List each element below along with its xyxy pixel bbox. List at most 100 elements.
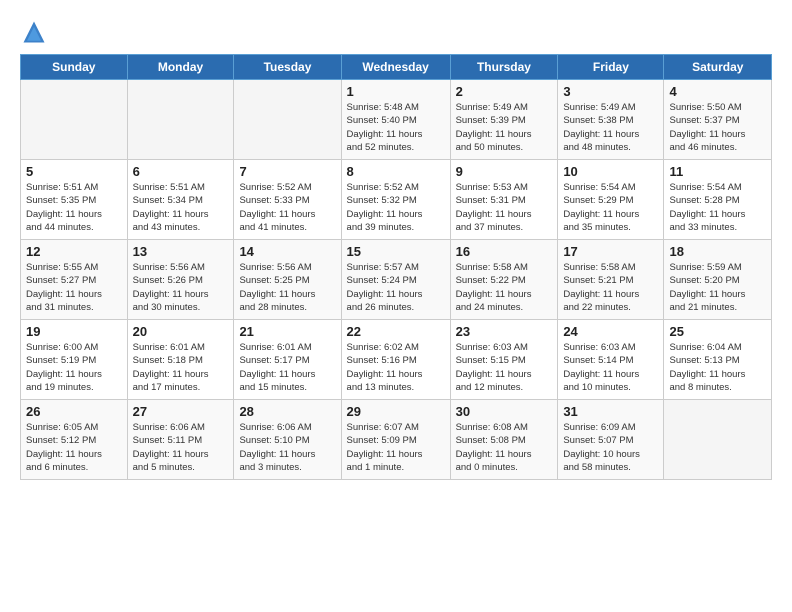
day-number: 3 bbox=[563, 84, 658, 99]
day-number: 13 bbox=[133, 244, 229, 259]
day-info: Sunrise: 5:53 AMSunset: 5:31 PMDaylight:… bbox=[456, 181, 553, 234]
day-info: Sunrise: 6:03 AMSunset: 5:15 PMDaylight:… bbox=[456, 341, 553, 394]
day-info: Sunrise: 6:05 AMSunset: 5:12 PMDaylight:… bbox=[26, 421, 122, 474]
weekday-header-saturday: Saturday bbox=[664, 55, 772, 80]
day-info: Sunrise: 5:55 AMSunset: 5:27 PMDaylight:… bbox=[26, 261, 122, 314]
calendar-cell bbox=[664, 400, 772, 480]
day-number: 4 bbox=[669, 84, 766, 99]
day-info: Sunrise: 6:06 AMSunset: 5:10 PMDaylight:… bbox=[239, 421, 335, 474]
day-number: 29 bbox=[347, 404, 445, 419]
day-number: 2 bbox=[456, 84, 553, 99]
day-number: 25 bbox=[669, 324, 766, 339]
day-number: 17 bbox=[563, 244, 658, 259]
calendar-cell: 27Sunrise: 6:06 AMSunset: 5:11 PMDayligh… bbox=[127, 400, 234, 480]
calendar-cell bbox=[127, 80, 234, 160]
day-info: Sunrise: 6:09 AMSunset: 5:07 PMDaylight:… bbox=[563, 421, 658, 474]
calendar-cell: 16 Sunrise: 5:58 AMSunset: 5:22 PMDayligh… bbox=[450, 240, 558, 320]
weekday-header-row: SundayMondayTuesdayWednesdayThursdayFrid… bbox=[21, 55, 772, 80]
calendar-cell: 24 Sunrise: 6:03 AMSunset: 5:14 PMDayligh… bbox=[558, 320, 664, 400]
weekday-header-wednesday: Wednesday bbox=[341, 55, 450, 80]
calendar-cell: 29 Sunrise: 6:07 AMSunset: 5:09 PMDayligh… bbox=[341, 400, 450, 480]
calendar-cell: 13 Sunrise: 5:56 AMSunset: 5:26 PMDayligh… bbox=[127, 240, 234, 320]
day-number: 20 bbox=[133, 324, 229, 339]
day-number: 8 bbox=[347, 164, 445, 179]
calendar-cell: 11 Sunrise: 5:54 AMSunset: 5:28 PMDayligh… bbox=[664, 160, 772, 240]
day-info: Sunrise: 5:52 AMSunset: 5:32 PMDaylight:… bbox=[347, 181, 445, 234]
day-number: 21 bbox=[239, 324, 335, 339]
day-info: Sunrise: 5:57 AMSunset: 5:24 PMDaylight:… bbox=[347, 261, 445, 314]
day-info: Sunrise: 5:51 AMSunset: 5:35 PMDaylight:… bbox=[26, 181, 122, 234]
calendar-cell: 15 Sunrise: 5:57 AMSunset: 5:24 PMDayligh… bbox=[341, 240, 450, 320]
weekday-header-sunday: Sunday bbox=[21, 55, 128, 80]
page: SundayMondayTuesdayWednesdayThursdayFrid… bbox=[0, 0, 792, 612]
weekday-header-tuesday: Tuesday bbox=[234, 55, 341, 80]
calendar-cell: 20 Sunrise: 6:01 AMSunset: 5:18 PMDayligh… bbox=[127, 320, 234, 400]
day-number: 18 bbox=[669, 244, 766, 259]
day-info: Sunrise: 5:54 AMSunset: 5:29 PMDaylight:… bbox=[563, 181, 658, 234]
header bbox=[20, 18, 772, 46]
calendar-cell: 10 Sunrise: 5:54 AMSunset: 5:29 PMDayligh… bbox=[558, 160, 664, 240]
calendar-body: 1Sunrise: 5:48 AMSunset: 5:40 PMDaylight… bbox=[21, 80, 772, 480]
calendar-cell: 21 Sunrise: 6:01 AMSunset: 5:17 PMDayligh… bbox=[234, 320, 341, 400]
calendar-cell: 28Sunrise: 6:06 AMSunset: 5:10 PMDayligh… bbox=[234, 400, 341, 480]
day-info: Sunrise: 6:08 AMSunset: 5:08 PMDaylight:… bbox=[456, 421, 553, 474]
weekday-header-thursday: Thursday bbox=[450, 55, 558, 80]
day-info: Sunrise: 5:58 AMSunset: 5:21 PMDaylight:… bbox=[563, 261, 658, 314]
day-number: 19 bbox=[26, 324, 122, 339]
calendar-cell: 23 Sunrise: 6:03 AMSunset: 5:15 PMDayligh… bbox=[450, 320, 558, 400]
calendar-cell: 18 Sunrise: 5:59 AMSunset: 5:20 PMDayligh… bbox=[664, 240, 772, 320]
calendar-header: SundayMondayTuesdayWednesdayThursdayFrid… bbox=[21, 55, 772, 80]
day-number: 14 bbox=[239, 244, 335, 259]
calendar-cell: 3 Sunrise: 5:49 AMSunset: 5:38 PMDaylight… bbox=[558, 80, 664, 160]
day-number: 23 bbox=[456, 324, 553, 339]
day-info: Sunrise: 5:49 AMSunset: 5:39 PMDaylight:… bbox=[456, 101, 553, 154]
day-info: Sunrise: 5:56 AMSunset: 5:25 PMDaylight:… bbox=[239, 261, 335, 314]
day-info: Sunrise: 5:54 AMSunset: 5:28 PMDaylight:… bbox=[669, 181, 766, 234]
day-number: 16 bbox=[456, 244, 553, 259]
day-info: Sunrise: 5:59 AMSunset: 5:20 PMDaylight:… bbox=[669, 261, 766, 314]
day-info: Sunrise: 6:06 AMSunset: 5:11 PMDaylight:… bbox=[133, 421, 229, 474]
day-info: Sunrise: 5:52 AMSunset: 5:33 PMDaylight:… bbox=[239, 181, 335, 234]
day-number: 24 bbox=[563, 324, 658, 339]
day-info: Sunrise: 6:00 AMSunset: 5:19 PMDaylight:… bbox=[26, 341, 122, 394]
day-number: 31 bbox=[563, 404, 658, 419]
calendar-cell: 25Sunrise: 6:04 AMSunset: 5:13 PMDayligh… bbox=[664, 320, 772, 400]
calendar-cell: 5 Sunrise: 5:51 AMSunset: 5:35 PMDaylight… bbox=[21, 160, 128, 240]
day-info: Sunrise: 6:01 AMSunset: 5:17 PMDaylight:… bbox=[239, 341, 335, 394]
day-number: 6 bbox=[133, 164, 229, 179]
day-info: Sunrise: 5:51 AMSunset: 5:34 PMDaylight:… bbox=[133, 181, 229, 234]
calendar-cell: 6 Sunrise: 5:51 AMSunset: 5:34 PMDaylight… bbox=[127, 160, 234, 240]
weekday-header-monday: Monday bbox=[127, 55, 234, 80]
day-info: Sunrise: 5:49 AMSunset: 5:38 PMDaylight:… bbox=[563, 101, 658, 154]
day-number: 10 bbox=[563, 164, 658, 179]
calendar-table: SundayMondayTuesdayWednesdayThursdayFrid… bbox=[20, 54, 772, 480]
day-info: Sunrise: 6:03 AMSunset: 5:14 PMDaylight:… bbox=[563, 341, 658, 394]
day-info: Sunrise: 6:07 AMSunset: 5:09 PMDaylight:… bbox=[347, 421, 445, 474]
day-number: 5 bbox=[26, 164, 122, 179]
day-number: 22 bbox=[347, 324, 445, 339]
day-info: Sunrise: 6:01 AMSunset: 5:18 PMDaylight:… bbox=[133, 341, 229, 394]
logo bbox=[20, 18, 52, 46]
day-info: Sunrise: 5:56 AMSunset: 5:26 PMDaylight:… bbox=[133, 261, 229, 314]
calendar-cell bbox=[234, 80, 341, 160]
calendar-cell: 9 Sunrise: 5:53 AMSunset: 5:31 PMDaylight… bbox=[450, 160, 558, 240]
day-number: 9 bbox=[456, 164, 553, 179]
day-number: 15 bbox=[347, 244, 445, 259]
day-number: 1 bbox=[347, 84, 445, 99]
logo-icon bbox=[20, 18, 48, 46]
day-number: 12 bbox=[26, 244, 122, 259]
day-number: 11 bbox=[669, 164, 766, 179]
weekday-header-friday: Friday bbox=[558, 55, 664, 80]
calendar-cell: 1Sunrise: 5:48 AMSunset: 5:40 PMDaylight… bbox=[341, 80, 450, 160]
week-row-1: 1Sunrise: 5:48 AMSunset: 5:40 PMDaylight… bbox=[21, 80, 772, 160]
day-info: Sunrise: 5:50 AMSunset: 5:37 PMDaylight:… bbox=[669, 101, 766, 154]
calendar-cell: 22Sunrise: 6:02 AMSunset: 5:16 PMDayligh… bbox=[341, 320, 450, 400]
calendar-cell: 19 Sunrise: 6:00 AMSunset: 5:19 PMDayligh… bbox=[21, 320, 128, 400]
day-number: 7 bbox=[239, 164, 335, 179]
calendar-cell: 12 Sunrise: 5:55 AMSunset: 5:27 PMDayligh… bbox=[21, 240, 128, 320]
calendar-cell bbox=[21, 80, 128, 160]
calendar-cell: 7 Sunrise: 5:52 AMSunset: 5:33 PMDaylight… bbox=[234, 160, 341, 240]
week-row-4: 19 Sunrise: 6:00 AMSunset: 5:19 PMDayligh… bbox=[21, 320, 772, 400]
week-row-5: 26Sunrise: 6:05 AMSunset: 5:12 PMDayligh… bbox=[21, 400, 772, 480]
day-info: Sunrise: 5:58 AMSunset: 5:22 PMDaylight:… bbox=[456, 261, 553, 314]
